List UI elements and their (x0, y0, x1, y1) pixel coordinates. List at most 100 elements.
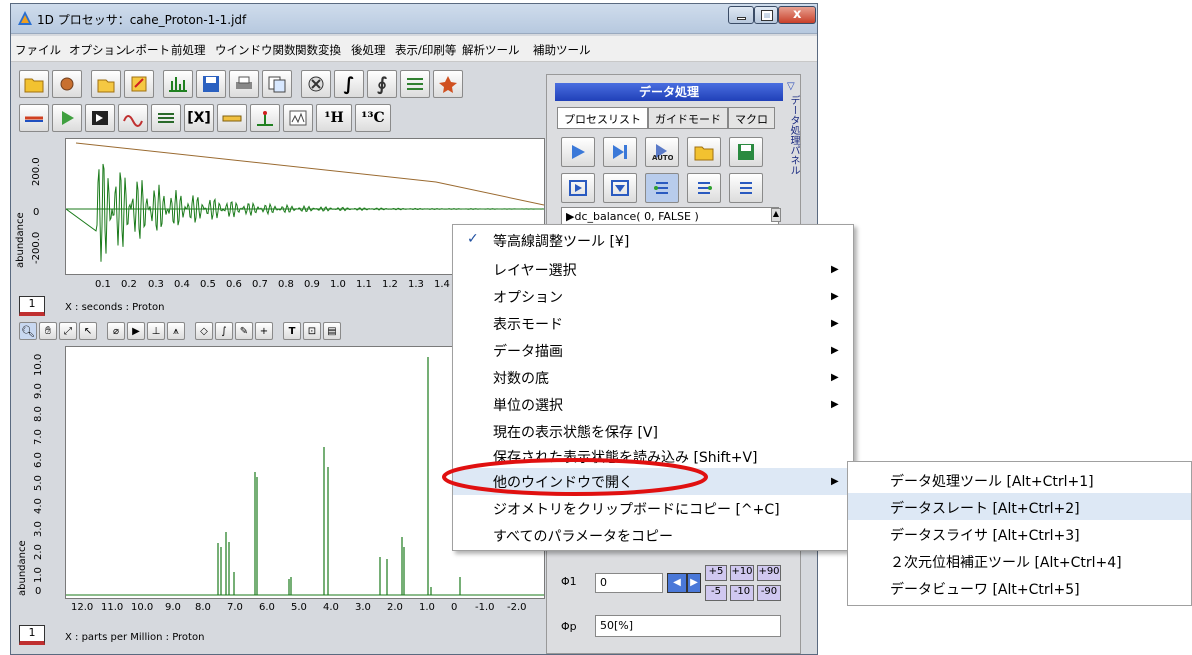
carbon-button[interactable]: ¹³C (355, 104, 391, 132)
menu-aux-tools[interactable]: 補助ツール (533, 42, 591, 58)
menu-postprocess[interactable]: 後処理 (351, 42, 386, 58)
list-view-button[interactable] (729, 173, 763, 203)
step-plus-5-button[interactable]: +5 (705, 565, 727, 581)
step-minus-90-button[interactable]: -90 (757, 585, 781, 601)
peak-pick-icon (257, 111, 273, 126)
tab-process-list[interactable]: プロセスリスト (557, 107, 648, 129)
submenu-item-processing-tool[interactable]: データ処理ツール [Alt+Ctrl+1] (848, 466, 1191, 493)
menu-window-function[interactable]: ウインドウ関数 (215, 42, 296, 58)
window-tool-button[interactable]: ▤ (323, 322, 341, 340)
save-process-button[interactable] (729, 137, 763, 167)
cancel-icon (308, 76, 324, 92)
submenu-item-data-viewer[interactable]: データビューワ [Alt+Ctrl+5] (848, 574, 1191, 601)
spectrum-button[interactable] (163, 70, 193, 98)
export-button[interactable] (124, 70, 154, 98)
text-tool-button[interactable]: T (283, 322, 301, 340)
menu-item-layer-select[interactable]: レイヤー選択 ▶ (453, 256, 853, 283)
menu-item-log-base[interactable]: 対数の底 ▶ (453, 364, 853, 391)
zoom-tool-button[interactable]: 🔍︎ (19, 322, 37, 340)
peak-tool-button[interactable]: ⩚ (167, 322, 185, 340)
open-folder-button[interactable] (19, 70, 49, 98)
minimize-button[interactable] (728, 6, 754, 24)
submenu-item-data-slicer[interactable]: データスライサ [Alt+Ctrl+3] (848, 520, 1191, 547)
peak-list-button[interactable] (400, 70, 430, 98)
integral-tool-button[interactable]: ∮ (367, 70, 397, 98)
phi1-decrement-button[interactable]: ◀ (667, 573, 687, 593)
submenu-item-data-slate[interactable]: データスレート [Alt+Ctrl+2] (848, 493, 1191, 520)
select-tool-button[interactable]: ▶ (127, 322, 145, 340)
scroll-up-button[interactable]: ▲ (771, 208, 781, 222)
measure-tool-button[interactable]: ⊥ (147, 322, 165, 340)
expand-button[interactable] (603, 173, 637, 203)
baseline-button[interactable] (19, 104, 49, 132)
phase-tool-button[interactable]: ⌀ (107, 322, 125, 340)
export-icon (131, 76, 147, 92)
pointer-tool-button[interactable]: ↖ (79, 322, 97, 340)
menu-item-data-drawing[interactable]: データ描画 ▶ (453, 337, 853, 364)
maximize-button[interactable] (754, 6, 778, 24)
menu-item-copy-geometry[interactable]: ジオメトリをクリップボードにコピー [^+C] (453, 495, 853, 522)
process-button[interactable] (52, 70, 82, 98)
frame-tool-button[interactable]: ⊡ (303, 322, 321, 340)
phi1-input[interactable]: 0 (595, 573, 663, 593)
menu-item-unit-select[interactable]: 単位の選択 ▶ (453, 391, 853, 418)
submenu-item-2d-phase-tool[interactable]: ２次元位相補正ツール [Alt+Ctrl+4] (848, 547, 1191, 574)
sort-button[interactable] (151, 104, 181, 132)
menu-item-options[interactable]: オプション ▶ (453, 283, 853, 310)
channel-selector-bottom[interactable]: 1 (19, 625, 45, 645)
save-button[interactable] (196, 70, 226, 98)
spectrum-view-button[interactable] (283, 104, 313, 132)
step-minus-10-button[interactable]: -10 (730, 585, 754, 601)
menu-display-print[interactable]: 表示/印刷等 (395, 42, 456, 58)
menu-item-display-mode[interactable]: 表示モード ▶ (453, 310, 853, 337)
step-button[interactable] (603, 137, 637, 167)
step-plus-10-button[interactable]: +10 (730, 565, 754, 581)
open-file-button[interactable] (91, 70, 121, 98)
compare-button[interactable] (433, 70, 463, 98)
copy-button[interactable] (262, 70, 292, 98)
submenu-item-label: データスライサ [Alt+Ctrl+3] (890, 528, 1080, 544)
collapse-button[interactable] (561, 173, 595, 203)
insert-button[interactable] (645, 173, 679, 203)
marker-tool-button[interactable]: ◇ (195, 322, 213, 340)
menu-preprocess[interactable]: 前処理 (171, 42, 206, 58)
auto-scale-button[interactable]: ⤢ (59, 322, 77, 340)
play-button[interactable] (561, 137, 595, 167)
menu-report[interactable]: レポート (124, 42, 170, 58)
tab-guide-mode[interactable]: ガイドモード (648, 107, 728, 129)
window-icon: ▤ (327, 325, 337, 337)
menu-transform[interactable]: 関数変換 (295, 42, 341, 58)
panel-collapse-icon[interactable]: ▽ (787, 81, 795, 92)
pan-tool-button[interactable]: ✋︎ (39, 322, 57, 340)
ruler-button[interactable] (217, 104, 247, 132)
channel-selector[interactable]: 1 (19, 296, 45, 316)
load-process-button[interactable] (687, 137, 721, 167)
window-function-button[interactable] (118, 104, 148, 132)
stop-button[interactable] (301, 70, 331, 98)
peak-pick-button[interactable] (250, 104, 280, 132)
step-plus-90-button[interactable]: +90 (757, 565, 781, 581)
menu-options[interactable]: オプション (69, 42, 127, 58)
integral-tool-small-button[interactable]: ∫ (215, 322, 233, 340)
print-button[interactable] (229, 70, 259, 98)
menu-analysis-tools[interactable]: 解析ツール (462, 42, 520, 58)
tab-macro[interactable]: マクロ (728, 107, 775, 129)
matrix-button[interactable]: [X] (184, 104, 214, 132)
phip-input[interactable]: 50[%] (595, 615, 781, 637)
gear-icon (60, 77, 74, 91)
add-button[interactable] (687, 173, 721, 203)
auto-button[interactable]: AUTO (645, 137, 679, 167)
integral-button[interactable]: ∫ (334, 70, 364, 98)
menu-item-save-view[interactable]: 現在の表示状態を保存 [V] (453, 418, 853, 445)
close-button[interactable]: x (778, 6, 816, 24)
convert-button[interactable] (85, 104, 115, 132)
menu-file[interactable]: ファイル (15, 42, 61, 58)
crosshair-tool-button[interactable]: + (255, 322, 273, 340)
run-button[interactable] (52, 104, 82, 132)
menu-item-copy-params[interactable]: すべてのパラメータをコピー (453, 522, 853, 549)
menu-item-contour-tool[interactable]: ✓ 等高線調整ツール [¥] (453, 227, 853, 254)
proton-button[interactable]: ¹H (316, 104, 352, 132)
phi1-increment-button[interactable]: ▶ (687, 573, 701, 593)
edit-tool-button[interactable]: ✎ (235, 322, 253, 340)
step-minus-5-button[interactable]: -5 (705, 585, 727, 601)
